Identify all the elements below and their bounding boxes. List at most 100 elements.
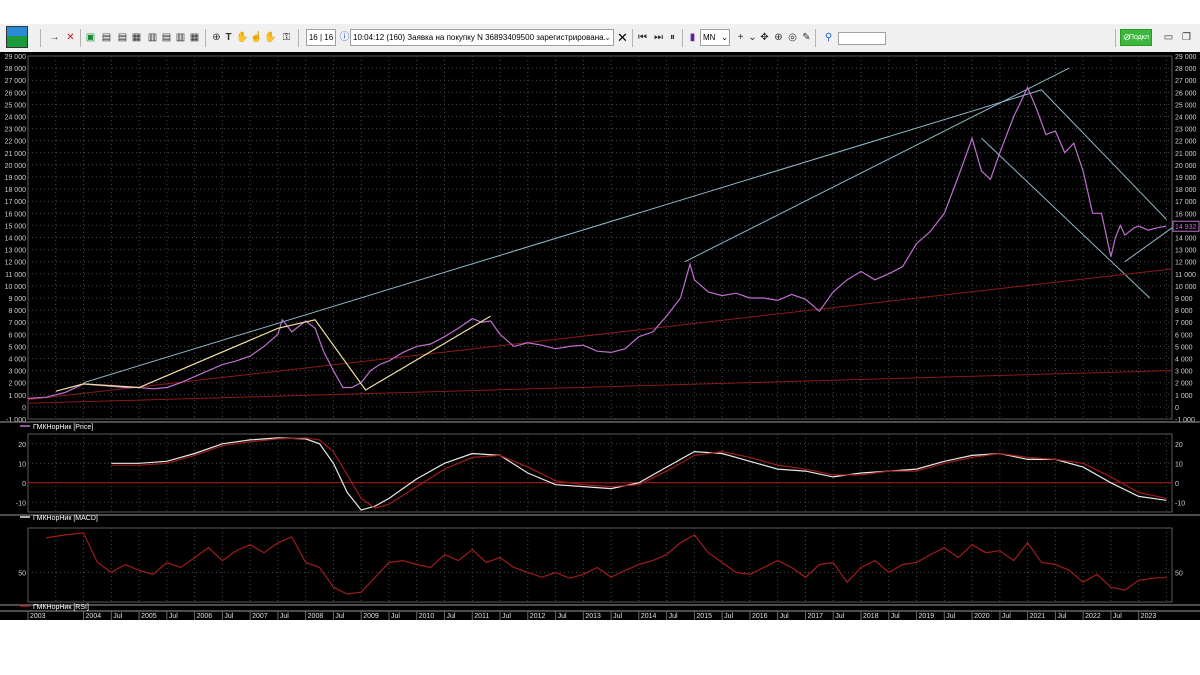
y-tick-label-left: -1 000 — [6, 417, 26, 424]
x-tick-label: 2003 — [30, 613, 46, 620]
pencil-icon[interactable]: ✎ — [800, 31, 813, 44]
y-tick-label-right: 17 000 — [1175, 199, 1197, 206]
x-tick-label: Jul — [946, 613, 955, 620]
hand-icon[interactable]: ✋ — [264, 31, 277, 44]
x-tick-label: 2004 — [86, 613, 102, 620]
trendline — [1124, 227, 1173, 263]
x-tick-label: 2023 — [1141, 613, 1157, 620]
pause-icon[interactable]: ⏸ — [666, 31, 679, 44]
y-tick-label-right: 5 000 — [1175, 344, 1193, 351]
move-icon[interactable]: ✥ — [758, 31, 771, 44]
circle-icon[interactable]: ◎ — [786, 31, 799, 44]
message-icon[interactable]: ▭ — [1162, 31, 1175, 44]
x-tick-label: 2010 — [419, 613, 435, 620]
x-tick-label: 2006 — [197, 613, 213, 620]
chart-icon[interactable]: ▣ — [84, 31, 97, 44]
y-tick-label-right: 29 000 — [1175, 54, 1197, 61]
y-tick-label-left: -10 — [16, 500, 26, 507]
x-tick-label: 2020 — [974, 613, 990, 620]
y-tick-label-right: 2 000 — [1175, 381, 1193, 388]
y-tick-label-left: 12 000 — [5, 260, 27, 267]
crosshair-icon[interactable]: ⊕ — [772, 31, 785, 44]
print-icon[interactable]: ▦ — [188, 31, 201, 44]
document-icon[interactable]: ▥ — [146, 31, 159, 44]
y-tick-label-right: -10 — [1175, 500, 1185, 507]
y-tick-label-right: 4 000 — [1175, 357, 1193, 364]
x-tick-label: 2016 — [752, 613, 768, 620]
last-value-label: 14 932 — [1175, 224, 1197, 231]
x-tick-label: Jul — [169, 613, 178, 620]
panel-frame-2 — [27, 527, 1173, 603]
series-line-2-0 — [46, 532, 1167, 595]
y-tick-label-left: 28 000 — [5, 66, 27, 73]
y-tick-label-left: 0 — [22, 405, 26, 412]
y-tick-label-left: 2 000 — [8, 381, 26, 388]
chevron-down-icon[interactable]: ⌄ — [604, 30, 611, 45]
y-tick-label-right: 1 000 — [1175, 393, 1193, 400]
x-tick-label: Jul — [1057, 613, 1066, 620]
y-tick-label-right: 21 000 — [1175, 151, 1197, 158]
chart-svg: 29 000 29 000 28 000 28 000 27 000 27 000 26 0… — [0, 54, 1200, 620]
search-icon[interactable]: ⚲ — [822, 31, 835, 44]
trendline — [27, 370, 1173, 404]
x-tick-label: Jul — [113, 613, 122, 620]
x-tick-label: Jul — [613, 613, 622, 620]
y-tick-label-left: 20 — [18, 442, 26, 449]
x-tick-label: Jul — [280, 613, 289, 620]
y-tick-label-right: 11 000 — [1175, 272, 1196, 279]
y-tick-label-right: 16 000 — [1175, 211, 1197, 218]
x-tick-label: 2021 — [1030, 613, 1046, 620]
connect-button[interactable]: ⊘ Подкл — [1120, 29, 1152, 46]
x-tick-label: Jul — [835, 613, 844, 620]
y-tick-label-right: 12 000 — [1175, 260, 1197, 267]
x-tick-label: 2007 — [252, 613, 268, 620]
x-tick-label: Jul — [335, 613, 344, 620]
connect-label: Подкл — [1128, 34, 1149, 41]
arrow-icon[interactable]: → — [48, 31, 61, 44]
legend-label: ГМКНорНик [Price] — [33, 424, 93, 431]
window-icon[interactable]: ▤ — [116, 31, 129, 44]
first-icon[interactable]: ⏮ — [636, 31, 649, 44]
y-tick-label-right: 6 000 — [1175, 332, 1193, 339]
document-icon[interactable]: ▥ — [174, 31, 187, 44]
y-tick-label-right: 8 000 — [1175, 308, 1193, 315]
interval-value: MN — [703, 33, 716, 42]
document-icon[interactable]: ▤ — [160, 31, 173, 44]
y-tick-label-right: 20 000 — [1175, 163, 1197, 170]
app-logo-icon[interactable] — [6, 26, 28, 48]
y-tick-label-right: 22 000 — [1175, 139, 1197, 146]
interval-select[interactable]: MN ⌄ — [700, 29, 730, 46]
y-tick-label-left: 7 000 — [8, 320, 26, 327]
cross-x-icon[interactable]: ✕ — [64, 31, 77, 44]
x-tick-label: 2013 — [585, 613, 601, 620]
y-tick-label-left: 6 000 — [8, 332, 26, 339]
text-tool-icon[interactable]: T — [222, 31, 235, 44]
trendline — [1041, 89, 1167, 220]
y-tick-label-left: 29 000 — [5, 54, 27, 61]
y-tick-label-right: 50 — [1175, 570, 1183, 577]
y-tick-label-right: 28 000 — [1175, 66, 1197, 73]
y-tick-label-left: 21 000 — [5, 151, 27, 158]
search-input[interactable] — [838, 32, 886, 45]
chart-type-icon[interactable]: ▮ — [686, 31, 699, 44]
window-icon[interactable]: ▤ — [100, 31, 113, 44]
hand-icon[interactable]: ☝ — [250, 31, 263, 44]
lock-icon[interactable]: ⚿ — [280, 31, 293, 44]
window-restore-icon[interactable]: ❐ — [1180, 31, 1193, 44]
hand-icon[interactable]: ✋ — [236, 31, 249, 44]
x-tick-label: 2014 — [641, 613, 657, 620]
x-tick-label: Jul — [1002, 613, 1011, 620]
x-tick-label: 2017 — [807, 613, 823, 620]
message-text: 10:04:12 (160) Заявка на покупку N 36893… — [353, 33, 606, 42]
y-tick-label-right: 26 000 — [1175, 90, 1197, 97]
x-tick-label: Jul — [780, 613, 789, 620]
message-dropdown[interactable]: 10:04:12 (160) Заявка на покупку N 36893… — [350, 29, 614, 46]
chevron-down-icon[interactable]: ⌄ — [721, 30, 728, 45]
x-tick-label: 2022 — [1085, 613, 1101, 620]
prev-icon[interactable]: ⏭ — [652, 31, 665, 44]
y-tick-label-right: 18 000 — [1175, 187, 1197, 194]
table-icon[interactable]: ▦ — [130, 31, 143, 44]
close-icon[interactable]: ✕ — [616, 31, 629, 44]
y-tick-label-right: 10 000 — [1175, 284, 1197, 291]
legend-label: ГМКНорНик [MACD] — [33, 515, 98, 522]
